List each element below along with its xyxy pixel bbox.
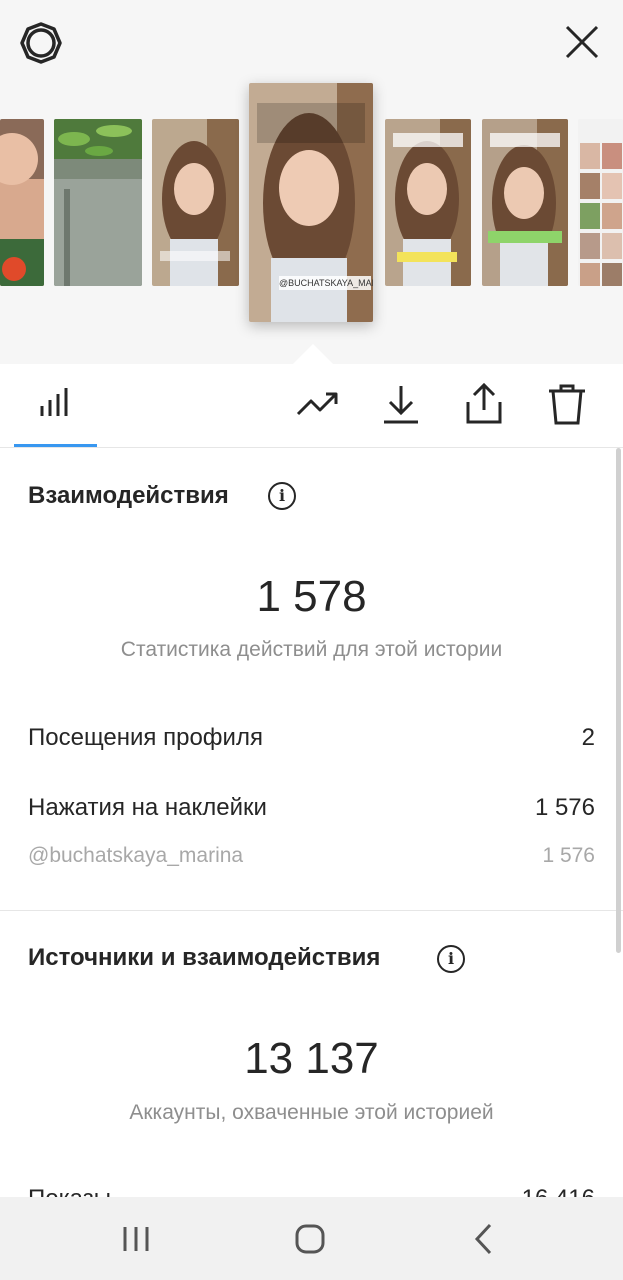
interactions-title: Взаимодействия [28, 482, 229, 509]
story-thumbnails-header: @BUCHATSKAYA_MARINA [0, 0, 623, 364]
story-thumbnail[interactable] [152, 119, 239, 286]
profile-visits-value: 2 [581, 724, 595, 751]
interactions-caption: Статистика действий для этой истории [120, 638, 503, 661]
download-icon[interactable] [379, 382, 423, 426]
selected-story-thumbnail[interactable]: @BUCHATSKAYA_MARINA [249, 83, 373, 322]
close-icon[interactable] [560, 20, 604, 64]
selection-pointer [293, 344, 333, 364]
discovery-title: Источники и взаимодействия [28, 944, 381, 971]
scrollbar[interactable] [616, 448, 621, 953]
sticker-taps-label: Нажатия на наклейки [28, 794, 267, 821]
back-icon[interactable] [460, 1215, 508, 1263]
profile-visits-label: Посещения профиля [28, 724, 263, 751]
insights-content[interactable]: Взаимодействия i 1 578 Статистика действ… [0, 448, 623, 1197]
accounts-reached-caption: Аккаунты, охваченные этой историей [129, 1101, 494, 1124]
info-icon[interactable]: i [268, 482, 296, 510]
trend-up-icon[interactable] [296, 382, 340, 426]
mention-sticker-label: @buchatskaya_marina [28, 844, 244, 867]
info-icon[interactable]: i [437, 945, 465, 973]
accounts-reached-total: 13 137 [244, 1034, 379, 1083]
home-icon[interactable] [286, 1215, 334, 1263]
story-watermark: @BUCHATSKAYA_MARINA [279, 276, 373, 290]
story-thumbnail[interactable] [578, 119, 623, 286]
bar-chart-icon[interactable] [34, 382, 78, 426]
story-thumbnail[interactable] [385, 119, 471, 286]
story-thumbnail[interactable] [0, 119, 44, 286]
recent-apps-icon[interactable] [112, 1215, 160, 1263]
sticker-taps-value: 1 576 [534, 794, 595, 821]
trash-icon[interactable] [545, 382, 589, 426]
mention-sticker-value: 1 576 [542, 844, 595, 867]
impressions-value: 16 416 [522, 1185, 595, 1197]
share-icon[interactable] [462, 382, 506, 426]
active-tab-indicator [14, 444, 97, 447]
interactions-total: 1 578 [256, 572, 367, 621]
story-thumbnail[interactable] [54, 119, 142, 286]
section-divider [0, 910, 623, 911]
system-navigation-bar [0, 1197, 623, 1280]
insights-toolbar [0, 364, 623, 448]
story-thumbnail[interactable] [482, 119, 568, 286]
settings-gear-icon[interactable] [18, 20, 64, 66]
impressions-label: Показы [28, 1185, 111, 1197]
